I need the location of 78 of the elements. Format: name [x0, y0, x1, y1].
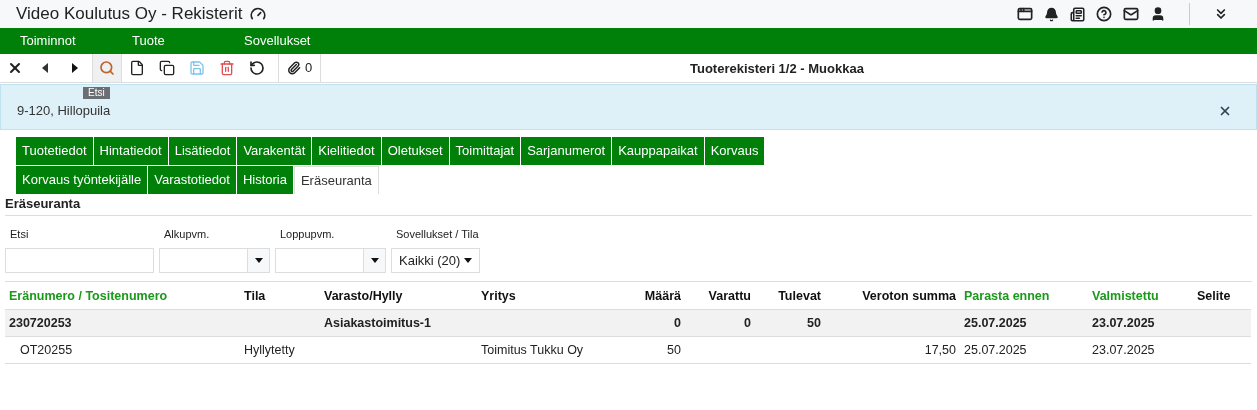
newspaper-icon[interactable]: [1070, 6, 1085, 22]
window-title: Video Koulutus Oy - Rekisterit: [16, 3, 243, 26]
table-row[interactable]: OT20255 Hyllytetty Toimitus Tukku Oy 50 17,50 25.07.2025 23.07.2025: [5, 336, 1251, 363]
column-header[interactable]: Selite: [1197, 288, 1231, 303]
tab[interactable]: Varastotiedot: [148, 166, 236, 194]
column-header[interactable]: Parasta ennen: [964, 288, 1050, 303]
menu-item[interactable]: Tuote: [132, 31, 244, 51]
table-cell: Asiakastoimitus-1: [324, 315, 431, 330]
undo-icon: [249, 60, 265, 76]
filter-label: Loppupvm.: [279, 226, 336, 242]
right-triangle-icon: [72, 63, 78, 73]
alert-text: 9-120, Hillopuila: [17, 102, 111, 121]
column-header[interactable]: Tulevat: [778, 288, 821, 303]
bell-icon[interactable]: [1044, 6, 1059, 22]
tab[interactable]: Varakentät: [237, 137, 312, 165]
table-cell: 50: [667, 342, 681, 357]
table-cell: 23.07.2025: [1092, 342, 1155, 357]
document-icon: [129, 60, 145, 76]
copy-icon: [159, 60, 175, 76]
date-field[interactable]: [275, 248, 386, 273]
tooltip: Etsi: [83, 87, 110, 99]
table-cell: 25.07.2025: [964, 342, 1027, 357]
table-cell: 17,50: [924, 342, 956, 357]
save-icon: [189, 60, 205, 76]
tab[interactable]: Oletukset: [381, 137, 449, 165]
caret-icon: [370, 258, 379, 263]
tab[interactable]: Korvaus: [704, 137, 765, 165]
menu-item[interactable]: Toiminnot: [20, 31, 132, 51]
tab[interactable]: Kielitiedot: [312, 137, 381, 165]
tab[interactable]: Lisätiedot: [168, 137, 237, 165]
table-cell: 230720253: [9, 315, 72, 330]
tab[interactable]: Tuotetiedot: [16, 137, 93, 165]
tab[interactable]: Toimittajat: [449, 137, 521, 165]
column-header[interactable]: Eränumero / Tositenumero: [9, 288, 168, 303]
attachment-button[interactable]: 0: [278, 54, 322, 82]
table-cell: 25.07.2025: [964, 315, 1027, 330]
caret-icon: [464, 258, 473, 263]
column-header[interactable]: Tila: [244, 288, 266, 303]
tab[interactable]: Hintatiedot: [93, 137, 168, 165]
filter-label: Etsi: [9, 226, 30, 242]
status-dropdown[interactable]: Kaikki (20): [391, 248, 481, 273]
table-cell: Toimitus Tukku Oy: [481, 342, 584, 357]
column-header[interactable]: Määrä: [644, 288, 681, 303]
dashboard-icon: [250, 6, 267, 22]
user-icon[interactable]: [1150, 6, 1166, 22]
table-cell: Hyllytetty: [244, 342, 295, 357]
tab[interactable]: Eräseuranta: [293, 166, 379, 194]
paperclip-icon: [287, 61, 301, 75]
section-title: Eräseuranta: [5, 194, 1252, 216]
trash-icon: [219, 60, 235, 76]
column-header[interactable]: Yritys: [481, 288, 516, 303]
column-header[interactable]: Varasto/Hylly: [324, 288, 403, 303]
help-icon[interactable]: [1096, 6, 1112, 22]
table-cell: 50: [807, 315, 821, 330]
close-icon[interactable]: [1218, 104, 1232, 118]
tab[interactable]: Historia: [236, 166, 293, 194]
tab[interactable]: Kauppapaikat: [612, 137, 704, 165]
window-icon[interactable]: [1017, 6, 1033, 22]
column-header[interactable]: Valmistettu: [1092, 288, 1159, 303]
table-cell: 23.07.2025: [1092, 315, 1155, 330]
close-icon: [7, 60, 23, 76]
tab[interactable]: Korvaus työntekijälle: [16, 166, 148, 194]
caret-icon: [254, 258, 263, 263]
table-cell: OT20255: [20, 342, 73, 357]
table-cell: 0: [744, 315, 751, 330]
column-header[interactable]: Varattu: [708, 288, 751, 303]
column-header[interactable]: Veroton summa: [862, 288, 956, 303]
date-field[interactable]: [159, 248, 270, 273]
tab[interactable]: Sarjanumerot: [521, 137, 612, 165]
mail-icon[interactable]: [1123, 6, 1139, 22]
left-triangle-icon: [42, 63, 48, 73]
filter-label: Alkupvm.: [163, 226, 211, 242]
table-cell: 0: [674, 315, 681, 330]
search-field[interactable]: [5, 248, 154, 273]
filter-label: Sovellukset / Tila: [395, 226, 480, 242]
search-icon: [99, 60, 115, 76]
record-title: Tuoterekisteri 1/2 - Muokkaa: [690, 60, 864, 78]
menu-item[interactable]: Sovellukset: [244, 31, 356, 51]
